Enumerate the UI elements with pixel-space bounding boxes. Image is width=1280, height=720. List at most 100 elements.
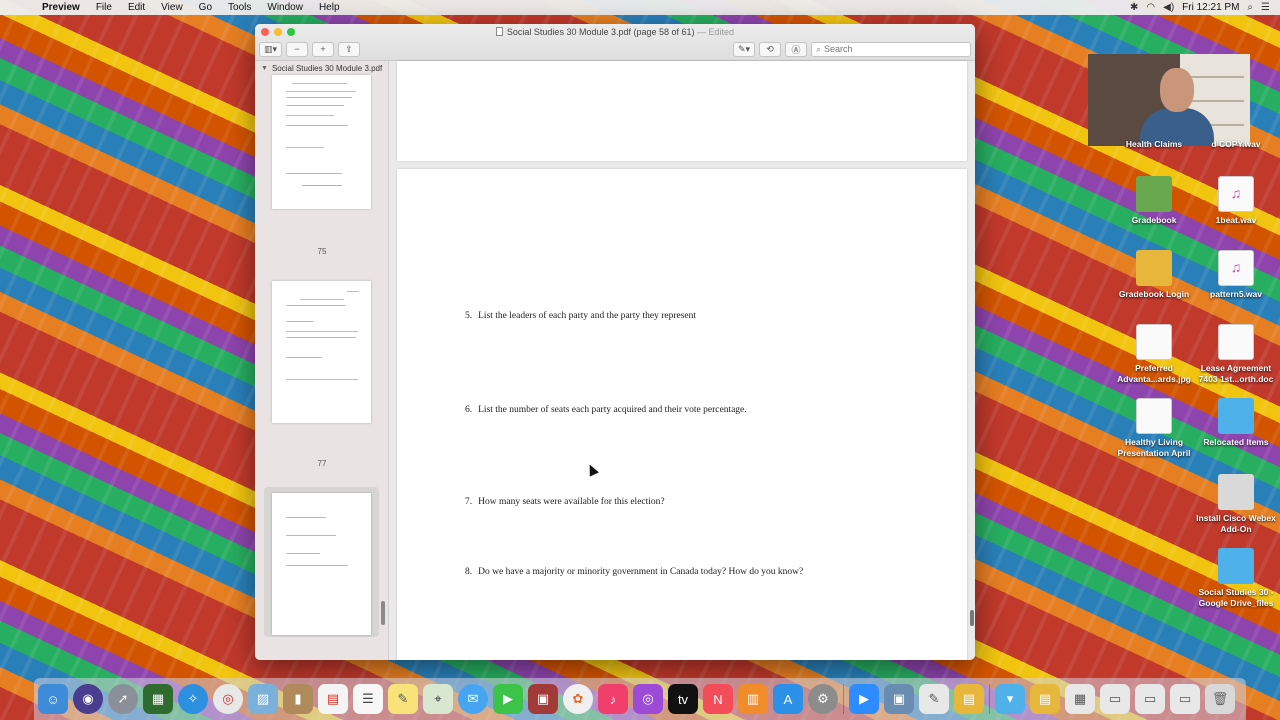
desktop-icon-gradebook-login[interactable]: Gradebook Login xyxy=(1112,250,1196,300)
window-stack-icon[interactable]: ▭ xyxy=(1170,684,1200,714)
screenshot-icon[interactable]: ▣ xyxy=(884,684,914,714)
launchpad-icon[interactable]: ➚ xyxy=(108,684,138,714)
desktop-icon-label: Relocated Items xyxy=(1203,437,1269,447)
photos-icon[interactable]: ✿ xyxy=(563,684,593,714)
markup-pen-button[interactable]: ✎▾ xyxy=(732,41,755,57)
siri-icon[interactable]: ◉ xyxy=(73,684,103,714)
gradebook-dock-icon[interactable]: ▤ xyxy=(954,684,984,714)
trash-icon[interactable]: 🗑 xyxy=(1205,684,1235,714)
desktop-icon-label: 1beat.wav xyxy=(1215,215,1257,225)
document-area[interactable]: 5. List the leaders of each party and the… xyxy=(389,61,975,660)
chrome-icon[interactable]: ◎ xyxy=(213,684,243,714)
desktop-icon-1beat-wav[interactable]: 1beat.wav xyxy=(1194,176,1278,226)
safari-icon[interactable]: ✧ xyxy=(178,684,208,714)
dock: ☺ ◉ ➚ ▦ ✧ ◎ ▨ ▮ ▤ ☰ ✎ ⌖ ✉ ▶ ▣ ✿ ♪ ◎ tv N… xyxy=(34,678,1246,720)
document-scrollbar[interactable] xyxy=(970,610,974,626)
desktop-icon-label: pattern5.wav xyxy=(1210,289,1262,299)
question-5-text: List the leaders of each party and the p… xyxy=(478,311,697,321)
desktop-icon-health-claims[interactable]: Health Claims xyxy=(1112,100,1196,150)
zoom-icon[interactable]: ▶ xyxy=(849,684,879,714)
question-8-number: 8. xyxy=(465,567,473,577)
menu-clock[interactable]: Fri 12:21 PM xyxy=(1182,2,1239,13)
desktop-icon-social-studies-drive[interactable]: Social Studies 30 - Google Drive_files xyxy=(1194,548,1278,608)
wifi-icon[interactable]: ◠ xyxy=(1146,2,1155,13)
desktop-icon-d-copy-wav[interactable]: d COPY.wav xyxy=(1194,100,1278,150)
share-button[interactable]: ⇪ xyxy=(338,41,361,57)
desktop-icon-label: Preferred Advanta...ards.jpg xyxy=(1117,363,1191,384)
calendar-icon[interactable]: ▤ xyxy=(318,684,348,714)
desktop-icon-gradebook[interactable]: Gradebook xyxy=(1112,176,1196,226)
thumbnail-label-75: 75 xyxy=(317,247,327,256)
markup-toolbar-button[interactable]: Ⓐ xyxy=(785,41,807,57)
question-7: 7. How many seats were available for this… xyxy=(465,497,665,507)
desktop-icon-pattern5-wav[interactable]: pattern5.wav xyxy=(1194,250,1278,300)
spreadsheet-app-icon[interactable]: ▦ xyxy=(143,684,173,714)
notes-icon[interactable]: ✎ xyxy=(388,684,418,714)
notification-center-icon[interactable]: ☰ xyxy=(1261,2,1270,13)
desktop-icon-cisco-webex[interactable]: Install Cisco Webex Add-On xyxy=(1194,474,1278,534)
menu-go[interactable]: Go xyxy=(191,2,220,13)
menu-edit[interactable]: Edit xyxy=(120,2,153,13)
messages-icon[interactable]: ✉ xyxy=(458,684,488,714)
thumbnail-page-79[interactable] xyxy=(272,493,371,635)
desktop-icon-preferred-advantage[interactable]: Preferred Advanta...ards.jpg xyxy=(1112,324,1196,384)
menu-window[interactable]: Window xyxy=(259,2,311,13)
question-8: 8. Do we have a majority or minority gove… xyxy=(465,567,803,577)
desktop-icon-label: Social Studies 30 - Google Drive_files xyxy=(1198,587,1274,608)
system-preferences-icon[interactable]: ⚙ xyxy=(808,684,838,714)
search-field[interactable]: ⌕ xyxy=(811,41,971,57)
edited-indicator[interactable]: — Edited xyxy=(697,27,734,37)
bluetooth-icon[interactable]: ✱ xyxy=(1130,2,1138,13)
thumbnail-sidebar: ▼ Social Studies 30 Module 3.pdf 75 77 xyxy=(255,61,389,660)
textedit-icon[interactable]: ✎ xyxy=(919,684,949,714)
desktop-icon-healthy-living[interactable]: Healthy Living Presentation April xyxy=(1112,398,1196,458)
news-icon[interactable]: N xyxy=(703,684,733,714)
facetime-icon[interactable]: ▶ xyxy=(493,684,523,714)
window-stack-icon[interactable]: ▭ xyxy=(1135,684,1165,714)
maps-icon[interactable]: ⌖ xyxy=(423,684,453,714)
disclosure-triangle-icon[interactable]: ▼ xyxy=(261,65,268,72)
menu-file[interactable]: File xyxy=(88,2,120,13)
zoom-in-button[interactable]: + xyxy=(312,41,335,57)
recent-item-icon[interactable]: ▤ xyxy=(1030,684,1060,714)
podcasts-icon[interactable]: ◎ xyxy=(633,684,663,714)
audio-file-icon xyxy=(1218,250,1254,286)
reminders-icon[interactable]: ☰ xyxy=(353,684,383,714)
thumbnail-page-77[interactable] xyxy=(272,281,371,423)
menu-view[interactable]: View xyxy=(153,2,191,13)
dock-separator xyxy=(989,684,990,714)
document-stack-icon[interactable]: ▦ xyxy=(1065,684,1095,714)
desktop-icon-label: Health Claims xyxy=(1125,139,1183,149)
pdf-page-current: 5. List the leaders of each party and the… xyxy=(397,169,967,660)
desktop-icon-label: Install Cisco Webex Add-On xyxy=(1196,513,1276,534)
desktop-icon-lease-agreement[interactable]: Lease Agreement 7403 1st...orth.doc xyxy=(1194,324,1278,384)
preview-window: Social Studies 30 Module 3.pdf (page 58 … xyxy=(255,24,975,660)
menu-tools[interactable]: Tools xyxy=(220,2,259,13)
document-proxy-icon[interactable] xyxy=(495,27,503,36)
downloads-folder-icon[interactable]: ▾ xyxy=(995,684,1025,714)
apple-tv-icon[interactable]: tv xyxy=(668,684,698,714)
desktop-icon-label: Gradebook xyxy=(1131,215,1177,225)
finder-icon[interactable]: ☺ xyxy=(38,684,68,714)
sidebar-scrollbar[interactable] xyxy=(381,601,385,625)
zoom-out-button[interactable]: − xyxy=(286,41,309,57)
preview-icon[interactable]: ▨ xyxy=(248,684,278,714)
status-area: ✱ ◠ ◀) Fri 12:21 PM ⌕ ☰ xyxy=(1130,2,1280,13)
window-stack-icon[interactable]: ▭ xyxy=(1100,684,1130,714)
menu-app-preview[interactable]: Preview xyxy=(34,2,88,13)
sidebar-file-header[interactable]: ▼ Social Studies 30 Module 3.pdf xyxy=(255,61,388,75)
photo-booth-icon[interactable]: ▣ xyxy=(528,684,558,714)
notebook-icon[interactable]: ▮ xyxy=(283,684,313,714)
app-store-icon[interactable]: A xyxy=(773,684,803,714)
sidebar-toggle-button[interactable]: ▥▾ xyxy=(259,41,283,57)
volume-icon[interactable]: ◀) xyxy=(1163,2,1174,13)
spotlight-icon[interactable]: ⌕ xyxy=(1247,2,1253,13)
desktop-icon-relocated-items[interactable]: Relocated Items xyxy=(1194,398,1278,448)
window-title: Social Studies 30 Module 3.pdf (page 58 … xyxy=(255,27,975,37)
menu-help[interactable]: Help xyxy=(311,2,348,13)
thumbnail-page-75[interactable] xyxy=(272,75,371,209)
search-input[interactable] xyxy=(824,44,955,54)
rotate-button[interactable]: ⟲ xyxy=(759,41,781,57)
books-icon[interactable]: ▥ xyxy=(738,684,768,714)
music-icon[interactable]: ♪ xyxy=(598,684,628,714)
